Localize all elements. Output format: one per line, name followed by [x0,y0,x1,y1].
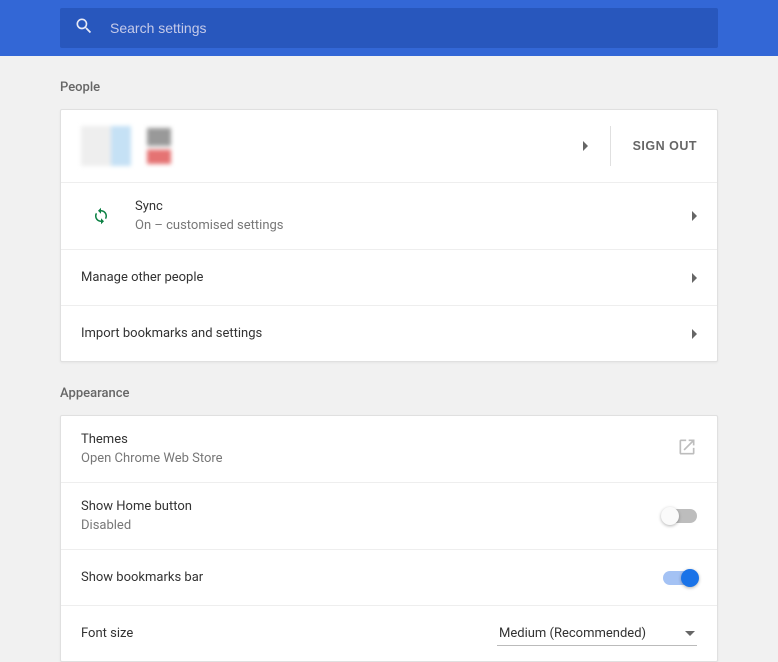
search-input[interactable] [110,20,704,36]
chevron-down-icon [685,631,695,636]
import-bookmarks-row[interactable]: Import bookmarks and settings [61,305,717,361]
content: People SIGN OUT Sync On – customised set… [0,80,778,662]
sign-out-button[interactable]: SIGN OUT [633,139,697,153]
sync-subtitle: On – customised settings [135,218,692,233]
people-card: SIGN OUT Sync On – customised settings M… [60,109,718,362]
home-button-subtitle: Disabled [81,518,663,533]
chevron-right-icon [583,141,588,151]
home-button-row: Show Home button Disabled [61,482,717,549]
appearance-card: Themes Open Chrome Web Store Show Home b… [60,415,718,662]
bookmarks-bar-title: Show bookmarks bar [81,570,663,585]
manage-people-row[interactable]: Manage other people [61,249,717,305]
themes-row[interactable]: Themes Open Chrome Web Store [61,416,717,482]
font-size-row: Font size Medium (Recommended) [61,605,717,661]
search-bar[interactable] [60,8,718,48]
section-title-appearance: Appearance [60,386,718,401]
themes-subtitle: Open Chrome Web Store [81,451,677,466]
search-icon [74,16,94,40]
chevron-right-icon [692,273,697,283]
profile-name-redacted [147,128,171,164]
sync-icon [81,207,121,225]
home-button-title: Show Home button [81,499,663,514]
header-bar [0,0,778,56]
font-size-value: Medium (Recommended) [499,626,646,641]
section-title-people: People [60,80,718,95]
sync-row[interactable]: Sync On – customised settings [61,182,717,249]
manage-people-label: Manage other people [81,270,692,285]
avatar [81,126,131,166]
profile-identity [81,126,171,166]
bookmarks-bar-row: Show bookmarks bar [61,549,717,605]
bookmarks-bar-toggle[interactable] [663,571,697,585]
font-size-select[interactable]: Medium (Recommended) [497,622,697,646]
home-button-toggle[interactable] [663,509,697,523]
divider [610,126,611,166]
themes-title: Themes [81,432,677,447]
profile-row[interactable]: SIGN OUT [61,110,717,182]
import-bookmarks-label: Import bookmarks and settings [81,326,692,341]
chevron-right-icon [692,211,697,221]
sync-title: Sync [135,199,692,214]
chevron-right-icon [692,329,697,339]
font-size-title: Font size [81,626,497,641]
open-external-icon [677,437,697,461]
